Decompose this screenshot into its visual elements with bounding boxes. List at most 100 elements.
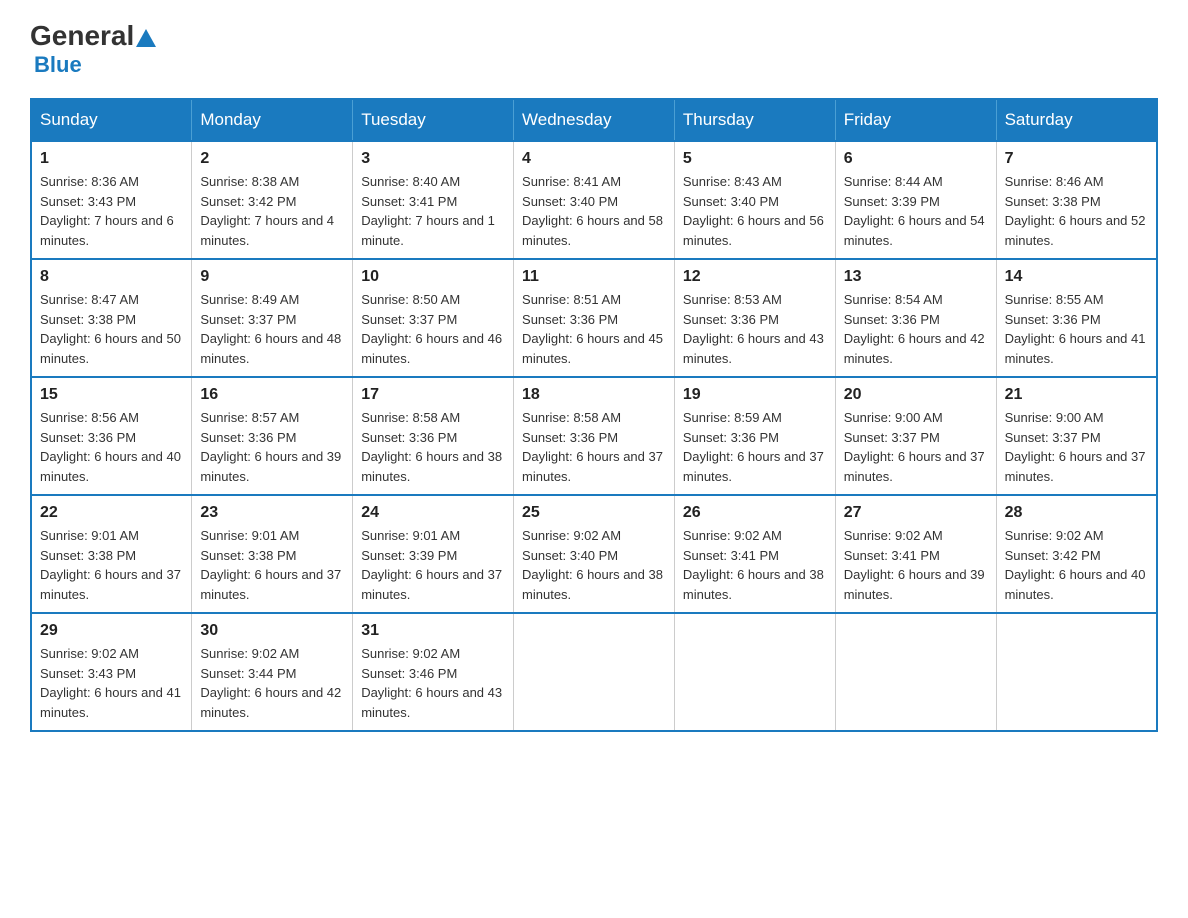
- calendar-week-1: 1 Sunrise: 8:36 AM Sunset: 3:43 PM Dayli…: [31, 141, 1157, 259]
- calendar-cell: 27 Sunrise: 9:02 AM Sunset: 3:41 PM Dayl…: [835, 495, 996, 613]
- calendar-cell: [835, 613, 996, 731]
- calendar-cell: 22 Sunrise: 9:01 AM Sunset: 3:38 PM Dayl…: [31, 495, 192, 613]
- calendar-cell: 23 Sunrise: 9:01 AM Sunset: 3:38 PM Dayl…: [192, 495, 353, 613]
- day-info: Sunrise: 8:58 AM Sunset: 3:36 PM Dayligh…: [361, 408, 505, 486]
- calendar-cell: 31 Sunrise: 9:02 AM Sunset: 3:46 PM Dayl…: [353, 613, 514, 731]
- calendar-week-5: 29 Sunrise: 9:02 AM Sunset: 3:43 PM Dayl…: [31, 613, 1157, 731]
- calendar-header-monday: Monday: [192, 99, 353, 141]
- calendar-week-2: 8 Sunrise: 8:47 AM Sunset: 3:38 PM Dayli…: [31, 259, 1157, 377]
- calendar-cell: 17 Sunrise: 8:58 AM Sunset: 3:36 PM Dayl…: [353, 377, 514, 495]
- day-info: Sunrise: 9:01 AM Sunset: 3:38 PM Dayligh…: [40, 526, 183, 604]
- calendar-cell: 12 Sunrise: 8:53 AM Sunset: 3:36 PM Dayl…: [674, 259, 835, 377]
- calendar-week-3: 15 Sunrise: 8:56 AM Sunset: 3:36 PM Dayl…: [31, 377, 1157, 495]
- day-number: 6: [844, 150, 988, 168]
- day-number: 20: [844, 386, 988, 404]
- calendar-cell: 7 Sunrise: 8:46 AM Sunset: 3:38 PM Dayli…: [996, 141, 1157, 259]
- calendar-cell: 29 Sunrise: 9:02 AM Sunset: 3:43 PM Dayl…: [31, 613, 192, 731]
- day-info: Sunrise: 8:38 AM Sunset: 3:42 PM Dayligh…: [200, 172, 344, 250]
- day-number: 13: [844, 268, 988, 286]
- calendar-cell: 14 Sunrise: 8:55 AM Sunset: 3:36 PM Dayl…: [996, 259, 1157, 377]
- day-number: 22: [40, 504, 183, 522]
- calendar-cell: 18 Sunrise: 8:58 AM Sunset: 3:36 PM Dayl…: [514, 377, 675, 495]
- day-info: Sunrise: 9:02 AM Sunset: 3:44 PM Dayligh…: [200, 644, 344, 722]
- day-number: 21: [1005, 386, 1148, 404]
- day-number: 4: [522, 150, 666, 168]
- day-info: Sunrise: 8:59 AM Sunset: 3:36 PM Dayligh…: [683, 408, 827, 486]
- calendar-cell: 6 Sunrise: 8:44 AM Sunset: 3:39 PM Dayli…: [835, 141, 996, 259]
- calendar-cell: 9 Sunrise: 8:49 AM Sunset: 3:37 PM Dayli…: [192, 259, 353, 377]
- calendar-cell: [996, 613, 1157, 731]
- calendar-header-thursday: Thursday: [674, 99, 835, 141]
- day-info: Sunrise: 8:44 AM Sunset: 3:39 PM Dayligh…: [844, 172, 988, 250]
- day-number: 19: [683, 386, 827, 404]
- day-number: 31: [361, 622, 505, 640]
- logo-triangle-icon: [136, 29, 156, 47]
- day-info: Sunrise: 9:02 AM Sunset: 3:41 PM Dayligh…: [683, 526, 827, 604]
- day-info: Sunrise: 8:58 AM Sunset: 3:36 PM Dayligh…: [522, 408, 666, 486]
- calendar-cell: 11 Sunrise: 8:51 AM Sunset: 3:36 PM Dayl…: [514, 259, 675, 377]
- day-number: 3: [361, 150, 505, 168]
- day-info: Sunrise: 8:49 AM Sunset: 3:37 PM Dayligh…: [200, 290, 344, 368]
- calendar-cell: 19 Sunrise: 8:59 AM Sunset: 3:36 PM Dayl…: [674, 377, 835, 495]
- day-number: 7: [1005, 150, 1148, 168]
- calendar-header-friday: Friday: [835, 99, 996, 141]
- calendar-cell: [514, 613, 675, 731]
- day-info: Sunrise: 8:46 AM Sunset: 3:38 PM Dayligh…: [1005, 172, 1148, 250]
- day-number: 23: [200, 504, 344, 522]
- calendar-header-sunday: Sunday: [31, 99, 192, 141]
- calendar-cell: 8 Sunrise: 8:47 AM Sunset: 3:38 PM Dayli…: [31, 259, 192, 377]
- calendar-cell: 5 Sunrise: 8:43 AM Sunset: 3:40 PM Dayli…: [674, 141, 835, 259]
- day-info: Sunrise: 8:53 AM Sunset: 3:36 PM Dayligh…: [683, 290, 827, 368]
- day-info: Sunrise: 8:56 AM Sunset: 3:36 PM Dayligh…: [40, 408, 183, 486]
- logo: General Blue: [30, 20, 158, 78]
- day-number: 30: [200, 622, 344, 640]
- day-number: 29: [40, 622, 183, 640]
- day-info: Sunrise: 9:02 AM Sunset: 3:43 PM Dayligh…: [40, 644, 183, 722]
- day-number: 25: [522, 504, 666, 522]
- day-info: Sunrise: 8:54 AM Sunset: 3:36 PM Dayligh…: [844, 290, 988, 368]
- day-number: 12: [683, 268, 827, 286]
- calendar-header-row: SundayMondayTuesdayWednesdayThursdayFrid…: [31, 99, 1157, 141]
- calendar-cell: 30 Sunrise: 9:02 AM Sunset: 3:44 PM Dayl…: [192, 613, 353, 731]
- day-number: 8: [40, 268, 183, 286]
- day-info: Sunrise: 9:02 AM Sunset: 3:41 PM Dayligh…: [844, 526, 988, 604]
- day-info: Sunrise: 8:43 AM Sunset: 3:40 PM Dayligh…: [683, 172, 827, 250]
- calendar-cell: [674, 613, 835, 731]
- day-info: Sunrise: 8:55 AM Sunset: 3:36 PM Dayligh…: [1005, 290, 1148, 368]
- calendar-cell: 24 Sunrise: 9:01 AM Sunset: 3:39 PM Dayl…: [353, 495, 514, 613]
- day-info: Sunrise: 8:51 AM Sunset: 3:36 PM Dayligh…: [522, 290, 666, 368]
- calendar-cell: 4 Sunrise: 8:41 AM Sunset: 3:40 PM Dayli…: [514, 141, 675, 259]
- day-number: 15: [40, 386, 183, 404]
- day-number: 26: [683, 504, 827, 522]
- day-number: 14: [1005, 268, 1148, 286]
- day-info: Sunrise: 9:00 AM Sunset: 3:37 PM Dayligh…: [1005, 408, 1148, 486]
- calendar-cell: 15 Sunrise: 8:56 AM Sunset: 3:36 PM Dayl…: [31, 377, 192, 495]
- calendar-cell: 21 Sunrise: 9:00 AM Sunset: 3:37 PM Dayl…: [996, 377, 1157, 495]
- page-header: General Blue: [30, 20, 1158, 78]
- day-info: Sunrise: 9:02 AM Sunset: 3:46 PM Dayligh…: [361, 644, 505, 722]
- day-info: Sunrise: 9:02 AM Sunset: 3:42 PM Dayligh…: [1005, 526, 1148, 604]
- calendar-cell: 25 Sunrise: 9:02 AM Sunset: 3:40 PM Dayl…: [514, 495, 675, 613]
- day-number: 27: [844, 504, 988, 522]
- calendar-week-4: 22 Sunrise: 9:01 AM Sunset: 3:38 PM Dayl…: [31, 495, 1157, 613]
- calendar-header-tuesday: Tuesday: [353, 99, 514, 141]
- logo-blue-text: Blue: [34, 52, 82, 78]
- day-info: Sunrise: 9:00 AM Sunset: 3:37 PM Dayligh…: [844, 408, 988, 486]
- calendar-cell: 10 Sunrise: 8:50 AM Sunset: 3:37 PM Dayl…: [353, 259, 514, 377]
- day-info: Sunrise: 8:40 AM Sunset: 3:41 PM Dayligh…: [361, 172, 505, 250]
- calendar-cell: 26 Sunrise: 9:02 AM Sunset: 3:41 PM Dayl…: [674, 495, 835, 613]
- calendar-header-saturday: Saturday: [996, 99, 1157, 141]
- day-info: Sunrise: 9:02 AM Sunset: 3:40 PM Dayligh…: [522, 526, 666, 604]
- calendar-cell: 16 Sunrise: 8:57 AM Sunset: 3:36 PM Dayl…: [192, 377, 353, 495]
- calendar-cell: 3 Sunrise: 8:40 AM Sunset: 3:41 PM Dayli…: [353, 141, 514, 259]
- day-info: Sunrise: 8:47 AM Sunset: 3:38 PM Dayligh…: [40, 290, 183, 368]
- day-number: 10: [361, 268, 505, 286]
- day-info: Sunrise: 8:41 AM Sunset: 3:40 PM Dayligh…: [522, 172, 666, 250]
- day-info: Sunrise: 9:01 AM Sunset: 3:39 PM Dayligh…: [361, 526, 505, 604]
- day-number: 28: [1005, 504, 1148, 522]
- calendar-table: SundayMondayTuesdayWednesdayThursdayFrid…: [30, 98, 1158, 732]
- calendar-header-wednesday: Wednesday: [514, 99, 675, 141]
- logo-general-text: General: [30, 20, 134, 52]
- day-number: 9: [200, 268, 344, 286]
- day-number: 11: [522, 268, 666, 286]
